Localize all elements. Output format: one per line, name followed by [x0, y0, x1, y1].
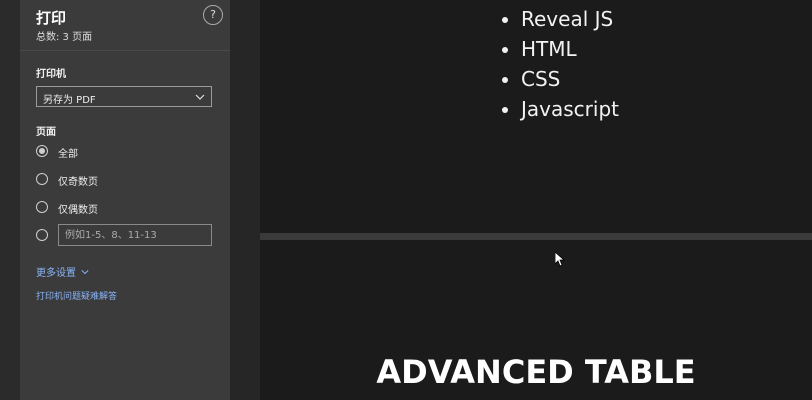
preview-page-1: Reveal JS HTML CSS Javascript: [260, 0, 812, 233]
bullet-list: Reveal JS HTML CSS Javascript: [503, 4, 619, 124]
troubleshoot-link[interactable]: 打印机问题疑难解答: [36, 289, 117, 302]
list-item: Javascript: [521, 94, 619, 124]
help-button[interactable]: ?: [203, 5, 223, 25]
page-count: 总数: 3 页面: [36, 32, 93, 43]
more-settings-label: 更多设置: [36, 268, 76, 279]
radio-button[interactable]: [36, 229, 48, 241]
slide-title: ADVANCED TABLE: [376, 353, 696, 391]
more-settings-link[interactable]: 更多设置: [36, 264, 89, 279]
radio-label: 仅奇数页: [58, 177, 98, 188]
chevron-down-icon: [195, 94, 205, 100]
page-separator: [260, 233, 812, 240]
list-item: HTML: [521, 34, 619, 64]
chevron-down-icon: [81, 270, 89, 275]
printer-select-value: 另存为 PDF: [43, 95, 96, 106]
radio-button[interactable]: [36, 173, 48, 185]
panel-header: 打印 总数: 3 页面 ?: [20, 0, 230, 51]
mouse-cursor-icon: [555, 252, 565, 267]
radio-button[interactable]: [36, 201, 48, 213]
radio-button[interactable]: [36, 145, 48, 157]
list-item: CSS: [521, 64, 619, 94]
print-title: 打印: [36, 9, 67, 27]
pages-label: 页面: [36, 127, 56, 138]
radio-label: 仅偶数页: [58, 205, 98, 216]
preview-gutter: [230, 0, 260, 400]
page-range-input[interactable]: [58, 224, 212, 246]
preview-page-2: ADVANCED TABLE: [260, 240, 812, 400]
print-panel: 打印 总数: 3 页面 ? 打印机 另存为 PDF 页面 全部 仅奇数页 仅偶数…: [20, 0, 230, 400]
left-strip: [0, 0, 20, 400]
printer-label: 打印机: [36, 69, 66, 80]
radio-label: 全部: [58, 149, 78, 160]
list-item: Reveal JS: [521, 4, 619, 34]
printer-select[interactable]: 另存为 PDF: [36, 86, 212, 107]
